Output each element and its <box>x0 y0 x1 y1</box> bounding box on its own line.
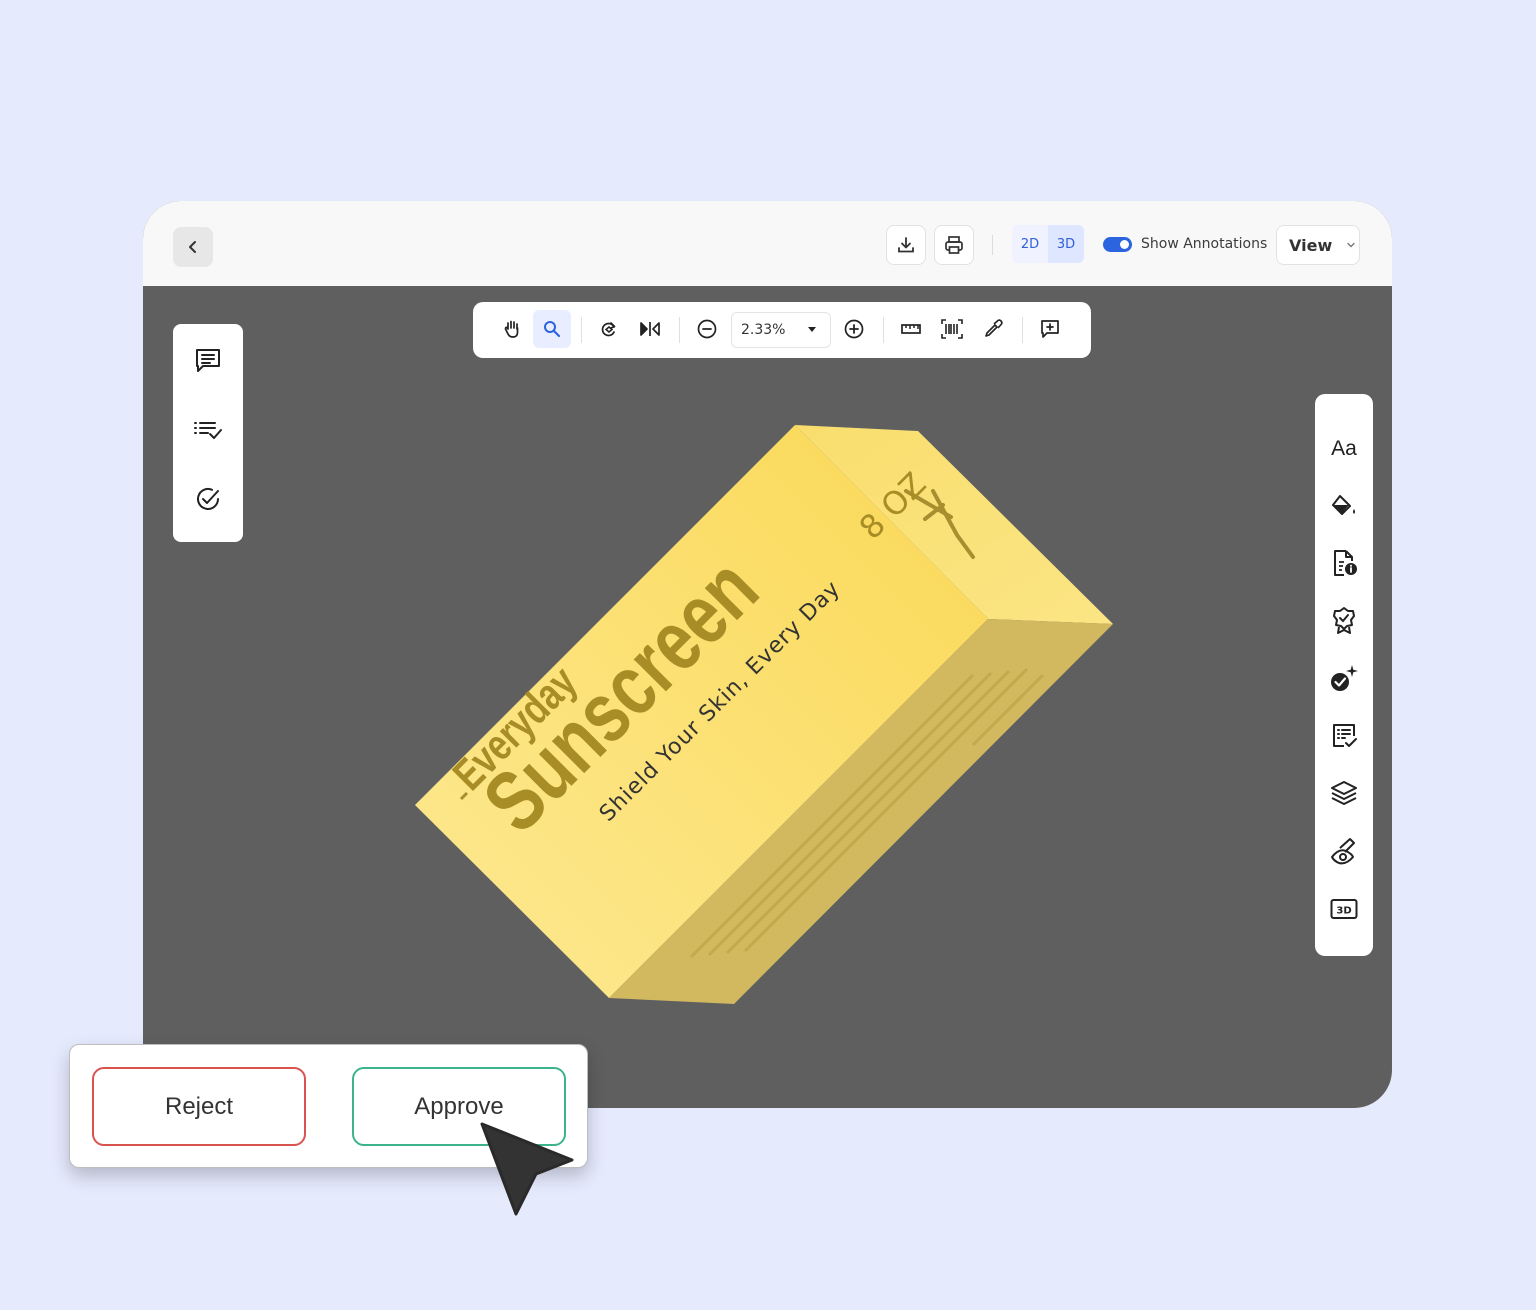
minus-circle-icon <box>697 319 717 339</box>
mouse-pointer-icon <box>480 1122 574 1216</box>
visibility-tool[interactable] <box>1326 834 1362 870</box>
reject-button[interactable]: Reject <box>92 1067 306 1146</box>
layers-icon <box>1331 781 1357 805</box>
divider <box>883 317 884 343</box>
view-toolbar: 2.33% <box>473 302 1091 358</box>
flip-icon <box>640 322 660 336</box>
file-info-icon <box>1334 550 1357 576</box>
eyedropper-icon <box>985 319 1003 337</box>
color-picker-tool[interactable] <box>974 310 1012 348</box>
paint-bucket-icon <box>1332 495 1355 515</box>
comment-add-icon <box>1041 320 1059 338</box>
divider <box>679 317 680 343</box>
zoom-in-button[interactable] <box>835 310 873 348</box>
divider <box>1022 317 1023 343</box>
ai-check-tool[interactable] <box>1326 661 1362 697</box>
ruler-icon <box>901 324 921 334</box>
certify-tool[interactable] <box>1326 602 1362 638</box>
checklist-button[interactable] <box>190 412 226 448</box>
pan-tool[interactable] <box>493 310 531 348</box>
list-check-icon <box>194 422 222 439</box>
rotate-icon <box>601 322 616 337</box>
hand-icon <box>504 320 519 338</box>
barcode-icon <box>941 319 963 339</box>
plus-circle-icon <box>844 319 864 339</box>
text-tool-label: Aa <box>1331 437 1357 460</box>
eye-edit-icon <box>1331 838 1355 865</box>
zoom-value: 2.33% <box>741 322 786 338</box>
zoom-out-button[interactable] <box>688 310 726 348</box>
document-info-tool[interactable] <box>1326 545 1362 581</box>
rotate-tool[interactable] <box>590 310 628 348</box>
zoom-select[interactable]: 2.33% <box>731 312 831 348</box>
checklist-icon <box>1333 724 1357 747</box>
comment-icon <box>196 349 220 372</box>
3d-box-icon: 3D <box>1330 899 1358 919</box>
3d-badge-label: 3D <box>1336 906 1351 917</box>
approvals-button[interactable] <box>190 481 226 517</box>
divider <box>581 317 582 343</box>
comments-button[interactable] <box>190 342 226 378</box>
add-comment-tool[interactable] <box>1031 310 1069 348</box>
measure-tool[interactable] <box>892 310 930 348</box>
fill-tool[interactable] <box>1326 488 1362 524</box>
flip-tool[interactable] <box>631 310 669 348</box>
search-icon <box>544 321 561 338</box>
right-panel: Aa 3D <box>1315 394 1373 956</box>
viewer-window: 2D 3D Show Annotations View Everyday Sun… <box>143 201 1392 1108</box>
review-checklist-tool[interactable] <box>1326 718 1362 754</box>
barcode-tool[interactable] <box>933 310 971 348</box>
left-panel <box>173 324 243 542</box>
check-circle-icon <box>197 488 219 510</box>
page-frame: 2D 3D Show Annotations View Everyday Sun… <box>0 0 1536 1310</box>
text-tool[interactable]: Aa <box>1326 431 1362 467</box>
layers-tool[interactable] <box>1326 775 1362 811</box>
badge-icon <box>1333 607 1355 634</box>
sparkle-check-icon <box>1331 665 1358 691</box>
caret-down-icon <box>808 327 816 332</box>
zoom-tool[interactable] <box>533 310 571 348</box>
3d-view-tool[interactable]: 3D <box>1326 891 1362 927</box>
